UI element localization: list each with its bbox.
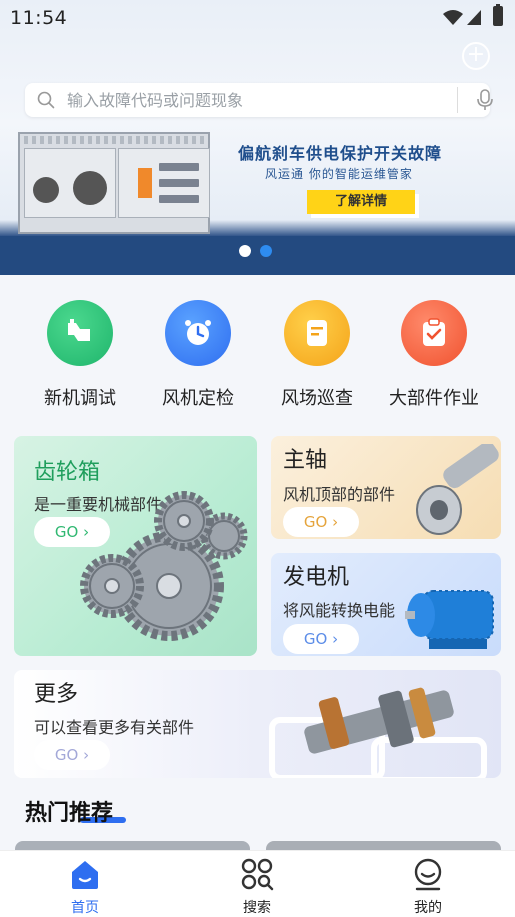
search-input[interactable] <box>67 87 447 113</box>
more-go-button[interactable]: GO › <box>34 740 110 770</box>
generator-card[interactable]: 发电机 将风能转换电能 GO › <box>271 553 501 656</box>
gearbox-card[interactable]: 齿轮箱 是一重要机械部件 GO › <box>14 436 257 656</box>
cabinet-component <box>73 171 107 205</box>
more-parts-card[interactable]: 更多 可以查看更多有关部件 GO › <box>14 670 501 778</box>
cabinet-component <box>159 195 199 203</box>
alarm-clock-icon <box>165 300 231 366</box>
cabinet-component <box>159 163 199 171</box>
banner-subtitle: 风运通 你的智能运维管家 <box>265 167 413 181</box>
carousel-indicator[interactable] <box>239 242 281 261</box>
quick-menu-label: 风场巡查 <box>281 388 353 409</box>
status-time: 11:54 <box>10 7 68 29</box>
search-icon <box>37 91 55 109</box>
gears-image <box>80 491 248 641</box>
cabinet-grille <box>24 136 208 144</box>
tab-label: 我的 <box>414 900 442 916</box>
search-grid-icon <box>241 858 274 891</box>
profile-icon <box>414 858 442 891</box>
main-shaft-go-button[interactable]: GO › <box>283 507 359 537</box>
signal-icon <box>467 10 481 25</box>
clipboard-check-icon <box>401 300 467 366</box>
more-title: 更多 <box>34 682 79 707</box>
quick-menu-label: 风机定检 <box>162 388 234 409</box>
cabinet-door-right <box>118 148 210 218</box>
quick-menu-inspection[interactable]: 风机定检 <box>148 300 248 410</box>
wrench-machine-icon <box>47 300 113 366</box>
electrical-cabinet-image <box>18 132 210 234</box>
main-shaft-title: 主轴 <box>283 448 328 473</box>
document-icon <box>284 300 350 366</box>
hot-recommend-title: 热门推荐 <box>25 801 114 826</box>
cabinet-breaker <box>138 168 152 198</box>
tab-search[interactable]: 搜索 <box>207 851 307 917</box>
tab-profile[interactable]: 我的 <box>378 851 478 917</box>
tab-label: 首页 <box>71 900 99 916</box>
main-shaft-image <box>416 444 499 535</box>
quick-menu-label: 大部件作业 <box>389 388 479 409</box>
gearbox-title: 齿轮箱 <box>34 460 101 485</box>
cabinet-door-left <box>24 148 116 218</box>
learn-more-button[interactable]: 了解详情 <box>307 190 415 214</box>
tab-home[interactable]: 首页 <box>35 851 135 917</box>
quick-menu-commissioning[interactable]: 新机调试 <box>30 300 130 410</box>
shaft-assembly-image <box>269 687 487 778</box>
generator-description: 将风能转换电能 <box>283 601 396 620</box>
quick-menu-major-parts[interactable]: 大部件作业 <box>384 300 484 410</box>
banner-title: 偏航刹车供电保护开关故障 <box>238 144 443 163</box>
carousel-dot-active[interactable] <box>239 245 251 257</box>
banner-carousel[interactable]: 偏航刹车供电保护开关故障 风运通 你的智能运维管家 了解详情 <box>0 0 515 275</box>
add-icon[interactable]: + <box>462 42 490 70</box>
cabinet-component <box>33 177 59 203</box>
bottom-tab-bar: 首页 搜索 我的 <box>0 850 515 917</box>
main-shaft-card[interactable]: 主轴 风机顶部的部件 GO › <box>271 436 501 539</box>
generator-image <box>405 590 494 649</box>
search-bar[interactable] <box>25 83 493 117</box>
search-divider <box>457 87 458 113</box>
main-shaft-description: 风机顶部的部件 <box>283 485 396 504</box>
generator-go-button[interactable]: GO › <box>283 624 359 654</box>
microphone-icon[interactable] <box>475 89 495 111</box>
wifi-icon <box>443 10 463 25</box>
tab-label: 搜索 <box>243 900 271 916</box>
status-bar: 11:54 <box>0 0 515 36</box>
carousel-dot[interactable] <box>260 245 272 257</box>
generator-title: 发电机 <box>283 565 350 590</box>
battery-icon <box>493 4 503 26</box>
cabinet-component <box>159 179 199 187</box>
more-description: 可以查看更多有关部件 <box>34 718 195 737</box>
quick-menu-patrol[interactable]: 风场巡查 <box>267 300 367 410</box>
home-icon <box>72 861 98 889</box>
quick-menu-label: 新机调试 <box>44 388 116 409</box>
